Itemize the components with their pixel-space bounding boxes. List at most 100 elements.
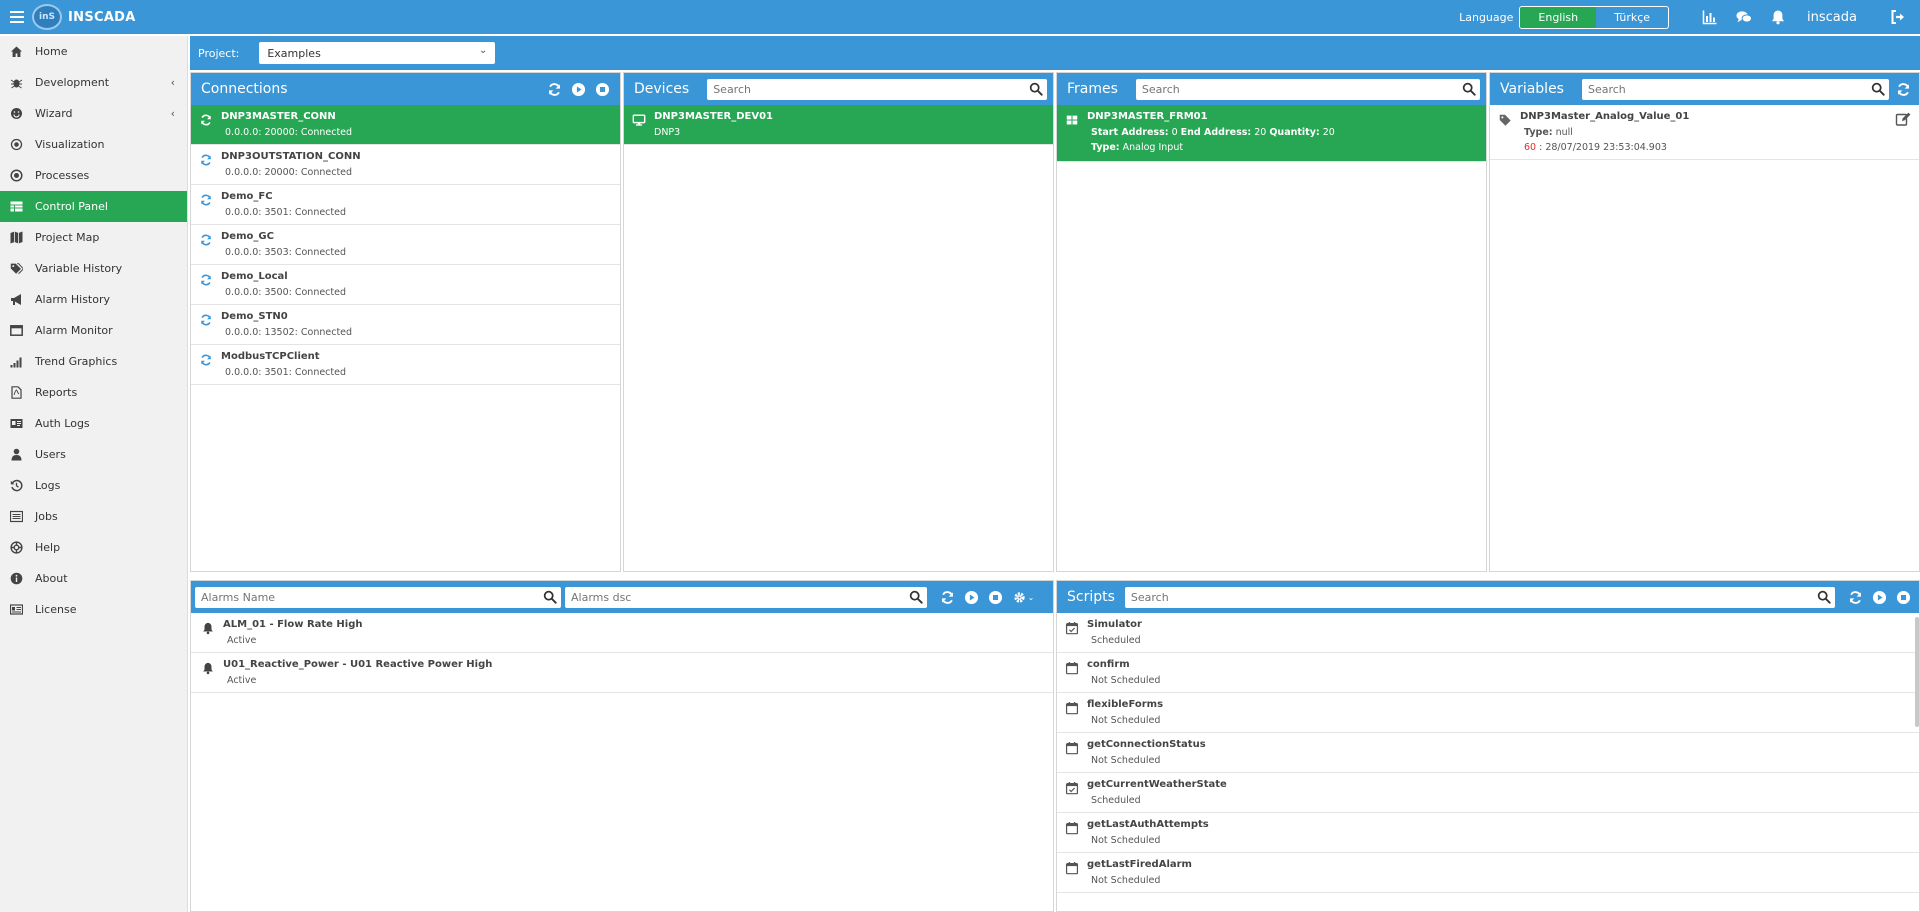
sidebar-item-variable-history[interactable]: Variable History	[0, 253, 187, 284]
sidebar-item-users[interactable]: Users	[0, 439, 187, 470]
connection-row[interactable]: DNP3OUTSTATION_CONN 0.0.0.0: 20000: Conne…	[191, 145, 620, 185]
sidebar-item-alarm-history[interactable]: Alarm History	[0, 284, 187, 315]
notification-bell-icon[interactable]	[1770, 9, 1786, 25]
sidebar-item-auth-logs[interactable]: Auth Logs	[0, 408, 187, 439]
language-english-button[interactable]: English	[1520, 6, 1597, 28]
variable-row[interactable]: DNP3Master_Analog_Value_01 Type: null 60…	[1490, 105, 1919, 160]
start-scripts-button[interactable]	[1871, 589, 1887, 605]
script-name: confirm	[1087, 659, 1130, 670]
search-icon[interactable]	[1029, 82, 1043, 96]
script-row[interactable]: flexibleForms Not Scheduled	[1057, 693, 1919, 733]
connection-status-icon	[199, 153, 213, 167]
script-status: Not Scheduled	[1091, 715, 1161, 726]
bell-icon	[201, 661, 215, 675]
connection-row[interactable]: Demo_Local 0.0.0.0: 3500: Connected	[191, 265, 620, 305]
script-row[interactable]: getConnectionStatus Not Scheduled	[1057, 733, 1919, 773]
project-select[interactable]: Examples ⌄	[259, 42, 496, 64]
sidebar-item-visualization[interactable]: Visualization	[0, 129, 187, 160]
sidebar-item-control-panel[interactable]: Control Panel	[0, 191, 187, 222]
sidebar-item-help[interactable]: Help	[0, 532, 187, 563]
sidebar-item-trend-graphics[interactable]: Trend Graphics	[0, 346, 187, 377]
stop-alarms-button[interactable]	[987, 589, 1003, 605]
connection-row[interactable]: DNP3MASTER_CONN 0.0.0.0: 20000: Connected	[191, 105, 620, 145]
search-icon[interactable]	[543, 590, 557, 604]
refresh-scripts-button[interactable]	[1847, 589, 1863, 605]
calendar-icon	[1065, 861, 1079, 875]
device-row[interactable]: DNP3MASTER_DEV01 DNP3	[624, 105, 1053, 145]
user-name[interactable]: inscada	[1807, 10, 1857, 25]
start-address-label: Start Address:	[1091, 127, 1169, 138]
chat-icon[interactable]	[1736, 9, 1753, 25]
logout-icon[interactable]	[1890, 9, 1906, 25]
stop-scripts-button[interactable]	[1895, 589, 1911, 605]
refresh-variables-button[interactable]	[1895, 81, 1911, 97]
script-name: getLastAuthAttempts	[1087, 819, 1209, 830]
sidebar-item-development[interactable]: Development ‹	[0, 67, 187, 98]
alarm-name: ALM_01 - Flow Rate High	[223, 619, 363, 630]
frames-search-input[interactable]	[1141, 82, 1462, 96]
bug-icon	[10, 76, 23, 89]
sidebar-item-label: Help	[35, 541, 61, 554]
alarms-dsc-input[interactable]	[571, 590, 909, 604]
sidebar-item-logs[interactable]: Logs	[0, 470, 187, 501]
sidebar-item-project-map[interactable]: Project Map	[0, 222, 187, 253]
sidebar-item-processes[interactable]: Processes	[0, 160, 187, 191]
sidebar-item-reports[interactable]: Reports	[0, 377, 187, 408]
bar-chart-icon[interactable]	[1702, 9, 1718, 25]
script-status: Not Scheduled	[1091, 875, 1161, 886]
sidebar-item-jobs[interactable]: Jobs	[0, 501, 187, 532]
connection-status-icon	[199, 353, 213, 367]
variables-title: Variables	[1500, 81, 1564, 97]
search-icon[interactable]	[909, 590, 923, 604]
connection-row[interactable]: Demo_STN0 0.0.0.0: 13502: Connected	[191, 305, 620, 345]
script-name: getConnectionStatus	[1087, 739, 1206, 750]
sidebar-item-license[interactable]: License	[0, 594, 187, 625]
sidebar-item-about[interactable]: About	[0, 563, 187, 594]
alarm-row[interactable]: ALM_01 - Flow Rate High Active	[191, 613, 1053, 653]
alarm-row[interactable]: U01_Reactive_Power - U01 Reactive Power …	[191, 653, 1053, 693]
refresh-alarms-button[interactable]	[939, 589, 955, 605]
sidebar-item-home[interactable]: Home	[0, 36, 187, 67]
frame-row[interactable]: DNP3MASTER_FRM01 Start Address: 0 End Ad…	[1057, 105, 1486, 162]
script-row[interactable]: confirm Not Scheduled	[1057, 653, 1919, 693]
script-row[interactable]: getLastAuthAttempts Not Scheduled	[1057, 813, 1919, 853]
stop-connections-button[interactable]	[594, 81, 610, 97]
script-row[interactable]: getLastFiredAlarm Not Scheduled	[1057, 853, 1919, 893]
connection-row[interactable]: Demo_FC 0.0.0.0: 3501: Connected	[191, 185, 620, 225]
sidebar-item-alarm-monitor[interactable]: Alarm Monitor	[0, 315, 187, 346]
variable-value: 60	[1524, 142, 1537, 153]
edit-icon[interactable]	[1895, 111, 1911, 127]
connections-title: Connections	[201, 81, 288, 97]
variable-value-separator: :	[1536, 142, 1546, 153]
chevron-down-icon: ⌄	[1027, 592, 1035, 602]
connection-name: DNP3OUTSTATION_CONN	[221, 151, 361, 162]
start-alarms-button[interactable]	[963, 589, 979, 605]
script-row[interactable]: Simulator Scheduled	[1057, 613, 1919, 653]
sidebar-item-wizard[interactable]: Wizard ‹	[0, 98, 187, 129]
connection-row[interactable]: ModbusTCPClient 0.0.0.0: 3501: Connected	[191, 345, 620, 385]
script-row[interactable]: getCurrentWeatherState Scheduled	[1057, 773, 1919, 813]
calendar-check-icon	[1065, 621, 1079, 635]
search-icon[interactable]	[1462, 82, 1476, 96]
scripts-scrollbar[interactable]	[1915, 617, 1919, 727]
alarm-settings-button[interactable]: ⌄	[1011, 589, 1035, 605]
eye-icon	[10, 138, 23, 151]
calendar-icon	[1065, 701, 1079, 715]
quantity-value: 20	[1322, 127, 1335, 138]
scripts-search-input[interactable]	[1130, 590, 1817, 604]
search-icon[interactable]	[1871, 82, 1885, 96]
sidebar-item-label: Alarm History	[35, 293, 110, 306]
connection-name: Demo_STN0	[221, 311, 288, 322]
connections-panel: Connections DNP3MASTER_CONN 0.0.0.0: 2000…	[190, 72, 621, 572]
refresh-connections-button[interactable]	[546, 81, 562, 97]
devices-search-input[interactable]	[713, 82, 1029, 96]
sidebar-item-label: Users	[35, 448, 66, 461]
alarms-name-input[interactable]	[201, 590, 543, 604]
connection-row[interactable]: Demo_GC 0.0.0.0: 3503: Connected	[191, 225, 620, 265]
start-connections-button[interactable]	[570, 81, 586, 97]
language-turkish-button[interactable]: Türkçe	[1596, 7, 1668, 28]
info-icon	[10, 572, 23, 585]
search-icon[interactable]	[1817, 590, 1831, 604]
variables-search-input[interactable]	[1587, 82, 1871, 96]
hamburger-menu-icon[interactable]	[10, 8, 24, 26]
